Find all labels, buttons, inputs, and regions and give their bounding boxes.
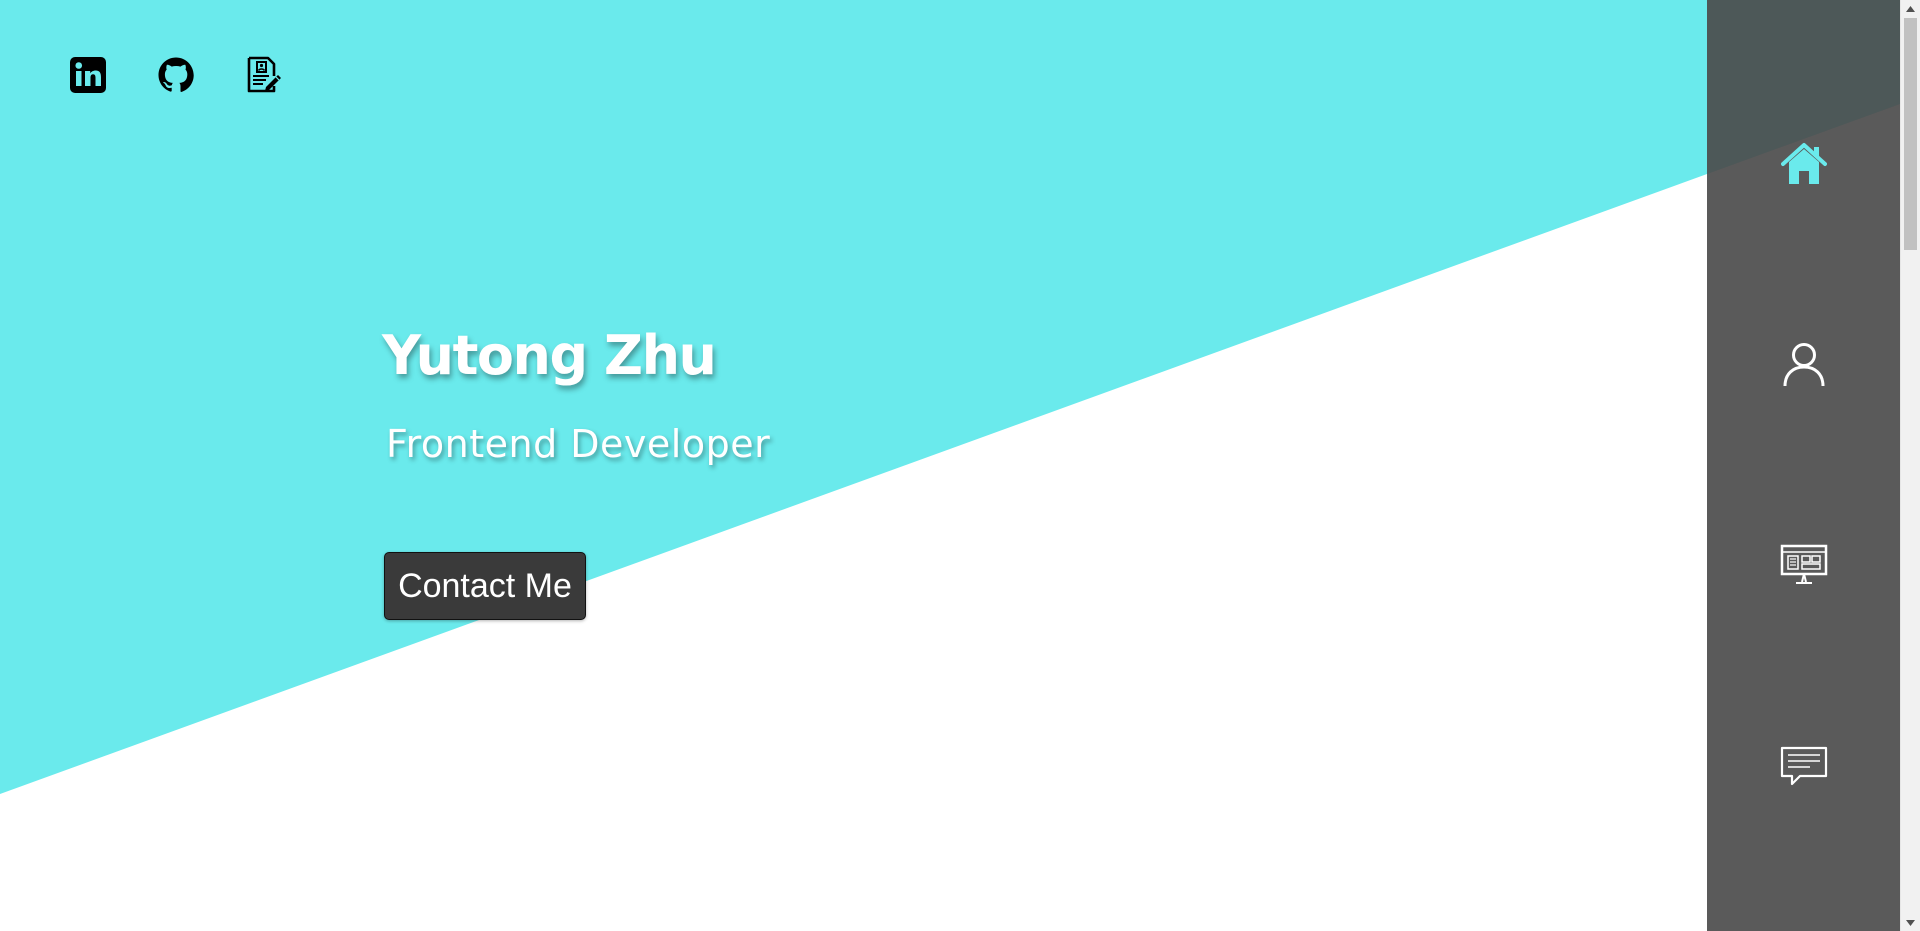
resume-link[interactable]: [244, 55, 284, 95]
nav-item-contact[interactable]: [1707, 706, 1900, 826]
github-link[interactable]: [156, 55, 196, 95]
scroll-up-arrow-icon[interactable]: [1901, 0, 1920, 17]
user-icon: [1783, 343, 1824, 387]
nav-item-projects[interactable]: [1707, 505, 1900, 625]
resume-icon: [247, 56, 281, 93]
intro-block: Yutong Zhu Frontend Developer: [382, 318, 770, 468]
nav-item-home[interactable]: [1707, 104, 1900, 224]
hero-section: Yutong Zhu Frontend Developer Contact Me: [0, 0, 1707, 931]
nav-item-about[interactable]: [1707, 305, 1900, 425]
portfolio-page: Yutong Zhu Frontend Developer Contact Me: [0, 0, 1920, 931]
accent-diagonal-shape: [0, 0, 1707, 794]
github-icon: [158, 57, 194, 92]
social-links: [68, 55, 284, 95]
vertical-scrollbar[interactable]: [1900, 0, 1920, 931]
hero-role: Frontend Developer: [386, 422, 771, 466]
scrollbar-thumb[interactable]: [1904, 18, 1917, 250]
scroll-down-arrow-icon[interactable]: [1901, 914, 1920, 931]
home-icon: [1780, 143, 1827, 184]
side-navigation: [1707, 0, 1900, 931]
chat-icon: [1780, 746, 1827, 786]
linkedin-link[interactable]: [68, 55, 108, 95]
hero-name: Yutong Zhu: [382, 324, 717, 387]
linkedin-icon: [70, 57, 106, 93]
monitor-icon: [1780, 544, 1827, 584]
contact-me-button[interactable]: Contact Me: [384, 552, 586, 620]
hero-background: [0, 0, 1707, 794]
